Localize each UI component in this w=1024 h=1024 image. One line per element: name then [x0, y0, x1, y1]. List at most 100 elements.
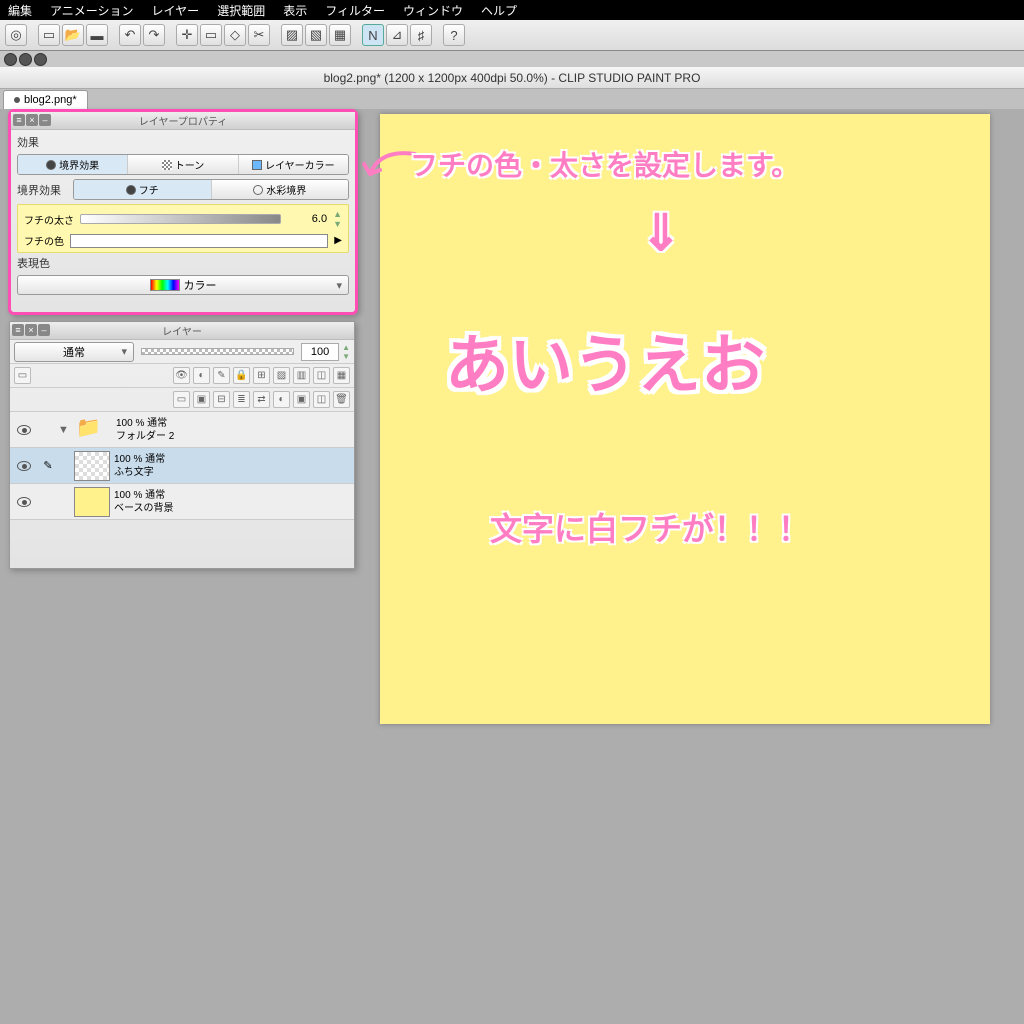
- clipstudio-icon[interactable]: ◎: [5, 24, 27, 46]
- lock-icon[interactable]: 🔒: [233, 367, 250, 384]
- trash-icon[interactable]: 🗑: [333, 391, 350, 408]
- opacity-value[interactable]: 100: [301, 343, 339, 361]
- close-icon[interactable]: [4, 53, 17, 66]
- layer-row-selected[interactable]: ✎ 100 % 通常ふち文字: [10, 448, 354, 484]
- maximize-icon[interactable]: [34, 53, 47, 66]
- spinner-icon[interactable]: ▲▼: [342, 343, 350, 361]
- menu-window[interactable]: ウィンドウ: [403, 2, 463, 19]
- menu-view[interactable]: 表示: [283, 2, 307, 19]
- chevron-down-icon[interactable]: ▼: [58, 424, 72, 436]
- tab-label: blog2.png*: [24, 94, 77, 106]
- watercolor-button[interactable]: 水彩境界: [212, 180, 349, 199]
- menu-animation[interactable]: アニメーション: [50, 2, 134, 19]
- color-icon[interactable]: ▥: [293, 367, 310, 384]
- layer-panel-header[interactable]: ≡×– レイヤー: [10, 322, 354, 340]
- panel-min-icon[interactable]: –: [39, 114, 51, 126]
- layer-label: 100 % 通常ベースの背景: [114, 489, 174, 515]
- annotation-result: 文字に白フチが！！！: [490, 504, 810, 550]
- layer-property-panel: ≡×– レイヤープロパティ 効果 境界効果 トーン レイヤーカラー 境界効果 フ…: [8, 109, 358, 315]
- opacity-slider[interactable]: [141, 348, 294, 355]
- grid1-icon[interactable]: ▨: [281, 24, 303, 46]
- new-folder-icon[interactable]: ▣: [193, 391, 210, 408]
- redo-icon[interactable]: ↷: [143, 24, 165, 46]
- frame-icon[interactable]: ◫: [313, 391, 330, 408]
- help-icon[interactable]: ?: [443, 24, 465, 46]
- layer-row[interactable]: 100 % 通常ベースの背景: [10, 484, 354, 520]
- grid3-icon[interactable]: ▦: [329, 24, 351, 46]
- circle-outline-icon: [253, 185, 263, 195]
- layer-folder-row[interactable]: ▼ 📁 100 % 通常フォルダー 2: [10, 412, 354, 448]
- layer-color-button[interactable]: レイヤーカラー: [239, 155, 348, 174]
- new-layer-icon[interactable]: ▭: [173, 391, 190, 408]
- eye-icon[interactable]: [17, 461, 31, 471]
- panel-close-icon[interactable]: ×: [25, 324, 37, 336]
- annotation-settings: フチの色・太さを設定します。: [410, 144, 799, 184]
- border-effect-label2: 境界効果: [17, 182, 67, 198]
- square-icon: [252, 160, 262, 170]
- clip-icon[interactable]: ▭: [14, 367, 31, 384]
- edge-color-well[interactable]: [70, 234, 328, 248]
- grid2-icon[interactable]: ▧: [305, 24, 327, 46]
- layer-color-label: レイヤーカラー: [265, 157, 335, 172]
- fx-icon[interactable]: 👁: [173, 367, 190, 384]
- mask2-icon[interactable]: ◐: [273, 391, 290, 408]
- panel-header[interactable]: ≡×– レイヤープロパティ: [11, 112, 355, 130]
- combine-icon[interactable]: ⊟: [213, 391, 230, 408]
- doc-tab[interactable]: blog2.png*: [3, 90, 88, 109]
- new-icon[interactable]: ▭: [38, 24, 60, 46]
- thickness-slider[interactable]: [80, 214, 281, 224]
- menu-selection[interactable]: 選択範囲: [217, 2, 265, 19]
- panel-close-icon[interactable]: ×: [26, 114, 38, 126]
- ruler2-icon[interactable]: ▨: [273, 367, 290, 384]
- spinner-icon[interactable]: ▲▼: [333, 209, 342, 229]
- guide-icon[interactable]: ♯: [410, 24, 432, 46]
- menu-edit[interactable]: 編集: [8, 2, 32, 19]
- highlight-area: フチの太さ 6.0▲▼ フチの色 ▶: [17, 204, 349, 253]
- panel-menu-icon[interactable]: ≡: [12, 324, 24, 336]
- canvas[interactable]: フチの色・太さを設定します。 ⇓ あいうえお 文字に白フチが！！！: [380, 114, 990, 724]
- circle-icon: [126, 185, 136, 195]
- crop-icon[interactable]: ✂: [248, 24, 270, 46]
- color-arrow-icon[interactable]: ▶: [334, 235, 342, 246]
- mask-icon[interactable]: ◐: [193, 367, 210, 384]
- layer-panel: ≡×– レイヤー 通常 100▲▼ ▭ 👁 ◐ ✎ 🔒 ⊞ ▨ ▥ ◫ ▦ ▭ …: [9, 321, 355, 569]
- merge-icon[interactable]: ≣: [233, 391, 250, 408]
- tile-icon[interactable]: ▦: [333, 367, 350, 384]
- expression-dropdown[interactable]: カラー: [17, 275, 349, 295]
- tone-button[interactable]: トーン: [128, 155, 238, 174]
- ruler-icon[interactable]: ⊿: [386, 24, 408, 46]
- border-effect-button[interactable]: 境界効果: [18, 155, 128, 174]
- menu-help[interactable]: ヘルプ: [481, 2, 517, 19]
- crosshair-icon[interactable]: ✛: [176, 24, 198, 46]
- transform-icon[interactable]: ▭: [200, 24, 222, 46]
- layer-thumbnail: [74, 487, 110, 517]
- open-icon[interactable]: 📂: [62, 24, 84, 46]
- folder-label: 100 % 通常フォルダー 2: [116, 417, 174, 443]
- layer-panel-title: レイヤー: [162, 323, 202, 338]
- window-controls: [0, 51, 1024, 67]
- thickness-label: フチの太さ: [24, 212, 74, 227]
- panel-menu-icon[interactable]: ≡: [13, 114, 25, 126]
- minimize-icon[interactable]: [19, 53, 32, 66]
- undo-icon[interactable]: ↶: [119, 24, 141, 46]
- blend-mode-dropdown[interactable]: 通常: [14, 342, 134, 362]
- lock2-icon[interactable]: ⊞: [253, 367, 270, 384]
- palette-icon[interactable]: ◫: [313, 367, 330, 384]
- menu-filter[interactable]: フィルター: [325, 2, 385, 19]
- save-icon[interactable]: ▬: [86, 24, 108, 46]
- tab-bar: blog2.png*: [0, 89, 1024, 109]
- transfer-icon[interactable]: ⇄: [253, 391, 270, 408]
- snap-icon[interactable]: N: [362, 24, 384, 46]
- layer-label: 100 % 通常ふち文字: [114, 453, 165, 479]
- eye-icon[interactable]: [17, 497, 31, 507]
- camera-icon[interactable]: ▣: [293, 391, 310, 408]
- panel-title: レイヤープロパティ: [139, 113, 228, 128]
- panel-min-icon[interactable]: –: [38, 324, 50, 336]
- edge-button[interactable]: フチ: [74, 180, 212, 199]
- menu-layer[interactable]: レイヤー: [152, 2, 200, 19]
- eye-icon[interactable]: [17, 425, 31, 435]
- ref-icon[interactable]: ✎: [213, 367, 230, 384]
- thickness-value[interactable]: 6.0: [287, 213, 327, 225]
- annotation-sample-text: あいうえお: [445, 314, 765, 406]
- erase-icon[interactable]: ◇: [224, 24, 246, 46]
